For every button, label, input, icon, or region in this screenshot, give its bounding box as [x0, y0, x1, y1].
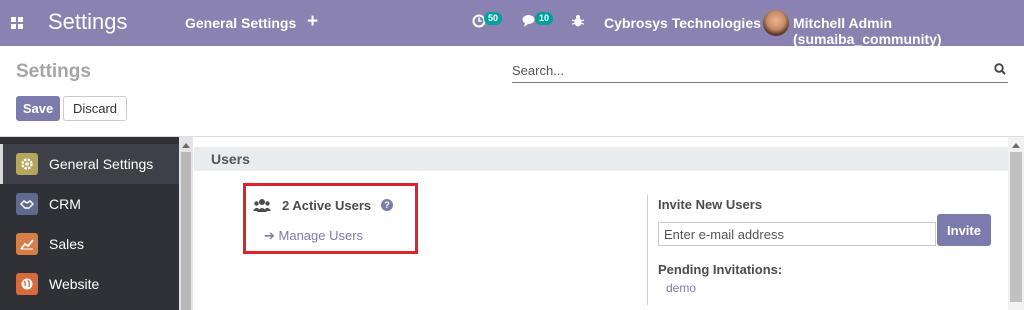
user-menu[interactable]: Mitchell Admin (sumaiba_community) — [793, 15, 1024, 47]
sidebar-item-label: Sales — [49, 236, 85, 252]
user-avatar[interactable] — [763, 10, 789, 36]
scroll-up-arrow-icon[interactable] — [1012, 143, 1020, 148]
pending-invitations-label: Pending Invitations: — [658, 262, 783, 277]
highlight-annotation — [243, 183, 418, 254]
apps-menu-icon[interactable] — [11, 17, 23, 29]
globe-icon — [16, 273, 38, 295]
section-title: Users — [211, 151, 250, 167]
search-icon[interactable] — [994, 62, 1006, 80]
sidebar-item-label: CRM — [49, 196, 81, 212]
sidebar-item-label: Website — [49, 276, 100, 292]
column-separator — [647, 195, 648, 305]
scroll-up-arrow-icon[interactable] — [182, 143, 190, 148]
sidebar-item-general-settings[interactable]: General Settings — [0, 144, 179, 184]
app-title[interactable]: Settings — [48, 9, 128, 35]
pending-invitation-item[interactable]: demo — [666, 281, 696, 295]
company-switcher[interactable]: Cybrosys Technologies — [604, 15, 761, 31]
add-menu-button[interactable]: + — [307, 11, 318, 33]
menu-general-settings[interactable]: General Settings — [185, 15, 296, 31]
page-title: Settings — [16, 61, 91, 82]
sidebar-item-label: General Settings — [49, 156, 154, 172]
sidebar-scroll-thumb[interactable] — [181, 152, 191, 310]
invite-button[interactable]: Invite — [937, 214, 991, 246]
search-input[interactable] — [512, 60, 982, 80]
settings-sidebar: General Settings CRM Sales Website — [0, 137, 179, 310]
top-navbar: Settings General Settings + 50 10 Cybros… — [0, 0, 1024, 47]
save-button[interactable]: Save — [16, 96, 60, 121]
handshake-icon — [16, 193, 38, 215]
search-bar — [512, 56, 1008, 83]
activity-badge: 50 — [484, 12, 503, 25]
chart-icon — [16, 233, 38, 255]
debug-bug-icon[interactable] — [571, 14, 585, 33]
invite-new-users-label: Invite New Users — [658, 197, 763, 212]
main-scroll-thumb[interactable] — [1010, 152, 1022, 302]
sidebar-item-crm[interactable]: CRM — [0, 184, 179, 224]
sidebar-item-sales[interactable]: Sales — [0, 224, 179, 264]
discard-button[interactable]: Discard — [63, 96, 127, 121]
invite-email-input[interactable] — [658, 222, 936, 246]
gear-icon — [16, 153, 38, 175]
messages-badge: 10 — [535, 12, 554, 25]
sidebar-item-website[interactable]: Website — [0, 264, 179, 304]
users-section-header: Users — [194, 147, 1008, 171]
